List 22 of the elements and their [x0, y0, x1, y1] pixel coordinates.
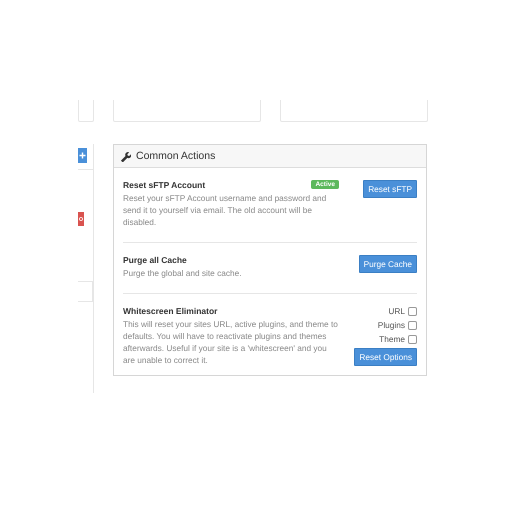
checkbox[interactable] — [408, 320, 417, 330]
option-label: URL — [388, 306, 405, 316]
plus-icon — [79, 152, 86, 159]
wrench-icon — [120, 150, 131, 162]
card-background — [78, 100, 94, 122]
option-label: Theme — [379, 334, 405, 344]
action-button[interactable]: Reset sFTP — [363, 180, 417, 198]
option-label: Plugins — [378, 320, 405, 330]
action-description: Purge the global and site cache. — [123, 267, 243, 279]
circle-icon — [79, 217, 83, 221]
action-button[interactable]: Reset Options — [354, 348, 417, 366]
checkbox[interactable] — [408, 334, 417, 344]
panel-title: Common Actions — [136, 150, 216, 162]
action-description: Reset your sFTP Account username and password and send it to yourself via email. The old account will be disabled. — [123, 192, 328, 228]
action-title: Purge all Cache — [123, 255, 187, 265]
checkbox[interactable] — [408, 306, 417, 316]
action-title: Whitescreen Eliminator — [123, 306, 218, 316]
delete-button[interactable] — [78, 212, 84, 226]
action-title: Reset sFTP Account — [123, 180, 206, 190]
action-button[interactable]: Purge Cache — [358, 255, 417, 273]
add-button[interactable] — [78, 148, 87, 163]
action-description: This will reset your sites URL, active plugins, and theme to defaults. You will have to reactivate plugins and themes afterwards. Useful if your site is a 'whitescreen' and you are unable to correct it. — [123, 318, 339, 366]
